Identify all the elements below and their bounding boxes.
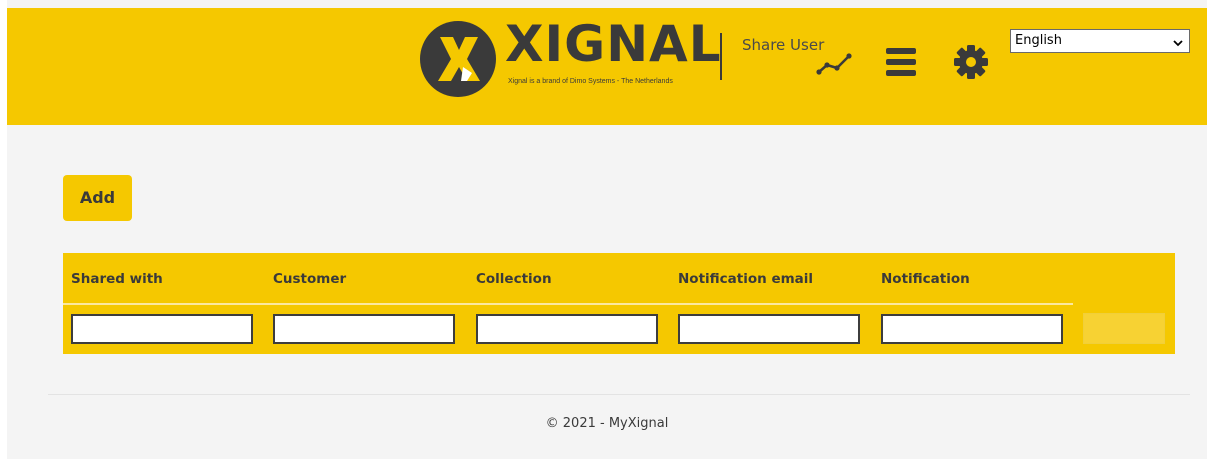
brand-wordmark: XIGNAL [505,15,722,73]
filter-customer-input[interactable] [273,314,455,344]
header-divider [720,33,722,80]
language-selected-value: English [1015,33,1062,48]
filter-shared-with-input[interactable] [71,314,253,344]
filter-collection-input[interactable] [476,314,658,344]
footer-copyright: © 2021 - MyXignal [545,416,669,431]
filter-actions-disabled-input [1083,313,1165,344]
filter-notification-email-input[interactable] [678,314,860,344]
column-header-customer[interactable]: Customer [273,271,346,287]
add-button[interactable]: Add [63,175,132,221]
gear-icon[interactable] [953,44,989,85]
top-header: XIGNAL Xignal is a brand of Dimo Systems… [7,8,1207,125]
trend-line-icon[interactable] [815,52,857,81]
language-select[interactable]: English [1010,29,1190,53]
filter-notification-input[interactable] [881,314,1063,344]
column-header-shared-with[interactable]: Shared with [71,271,163,287]
column-header-notification-email[interactable]: Notification email [678,271,813,287]
page: XIGNAL Xignal is a brand of Dimo Systems… [0,0,1214,459]
page-title: Share User [742,36,825,54]
footer-divider [48,394,1190,395]
table-header-divider [63,303,1073,305]
hamburger-menu-icon[interactable] [886,45,916,84]
x-logo-icon [420,21,496,97]
column-header-notification[interactable]: Notification [881,271,970,287]
brand-tagline: Xignal is a brand of Dimo Systems - The … [508,78,673,85]
column-header-collection[interactable]: Collection [476,271,552,287]
chevron-down-icon [1173,35,1183,53]
shares-table: Shared with Customer Collection Notifica… [63,253,1175,354]
brand-logo[interactable]: XIGNAL Xignal is a brand of Dimo Systems… [420,15,721,97]
